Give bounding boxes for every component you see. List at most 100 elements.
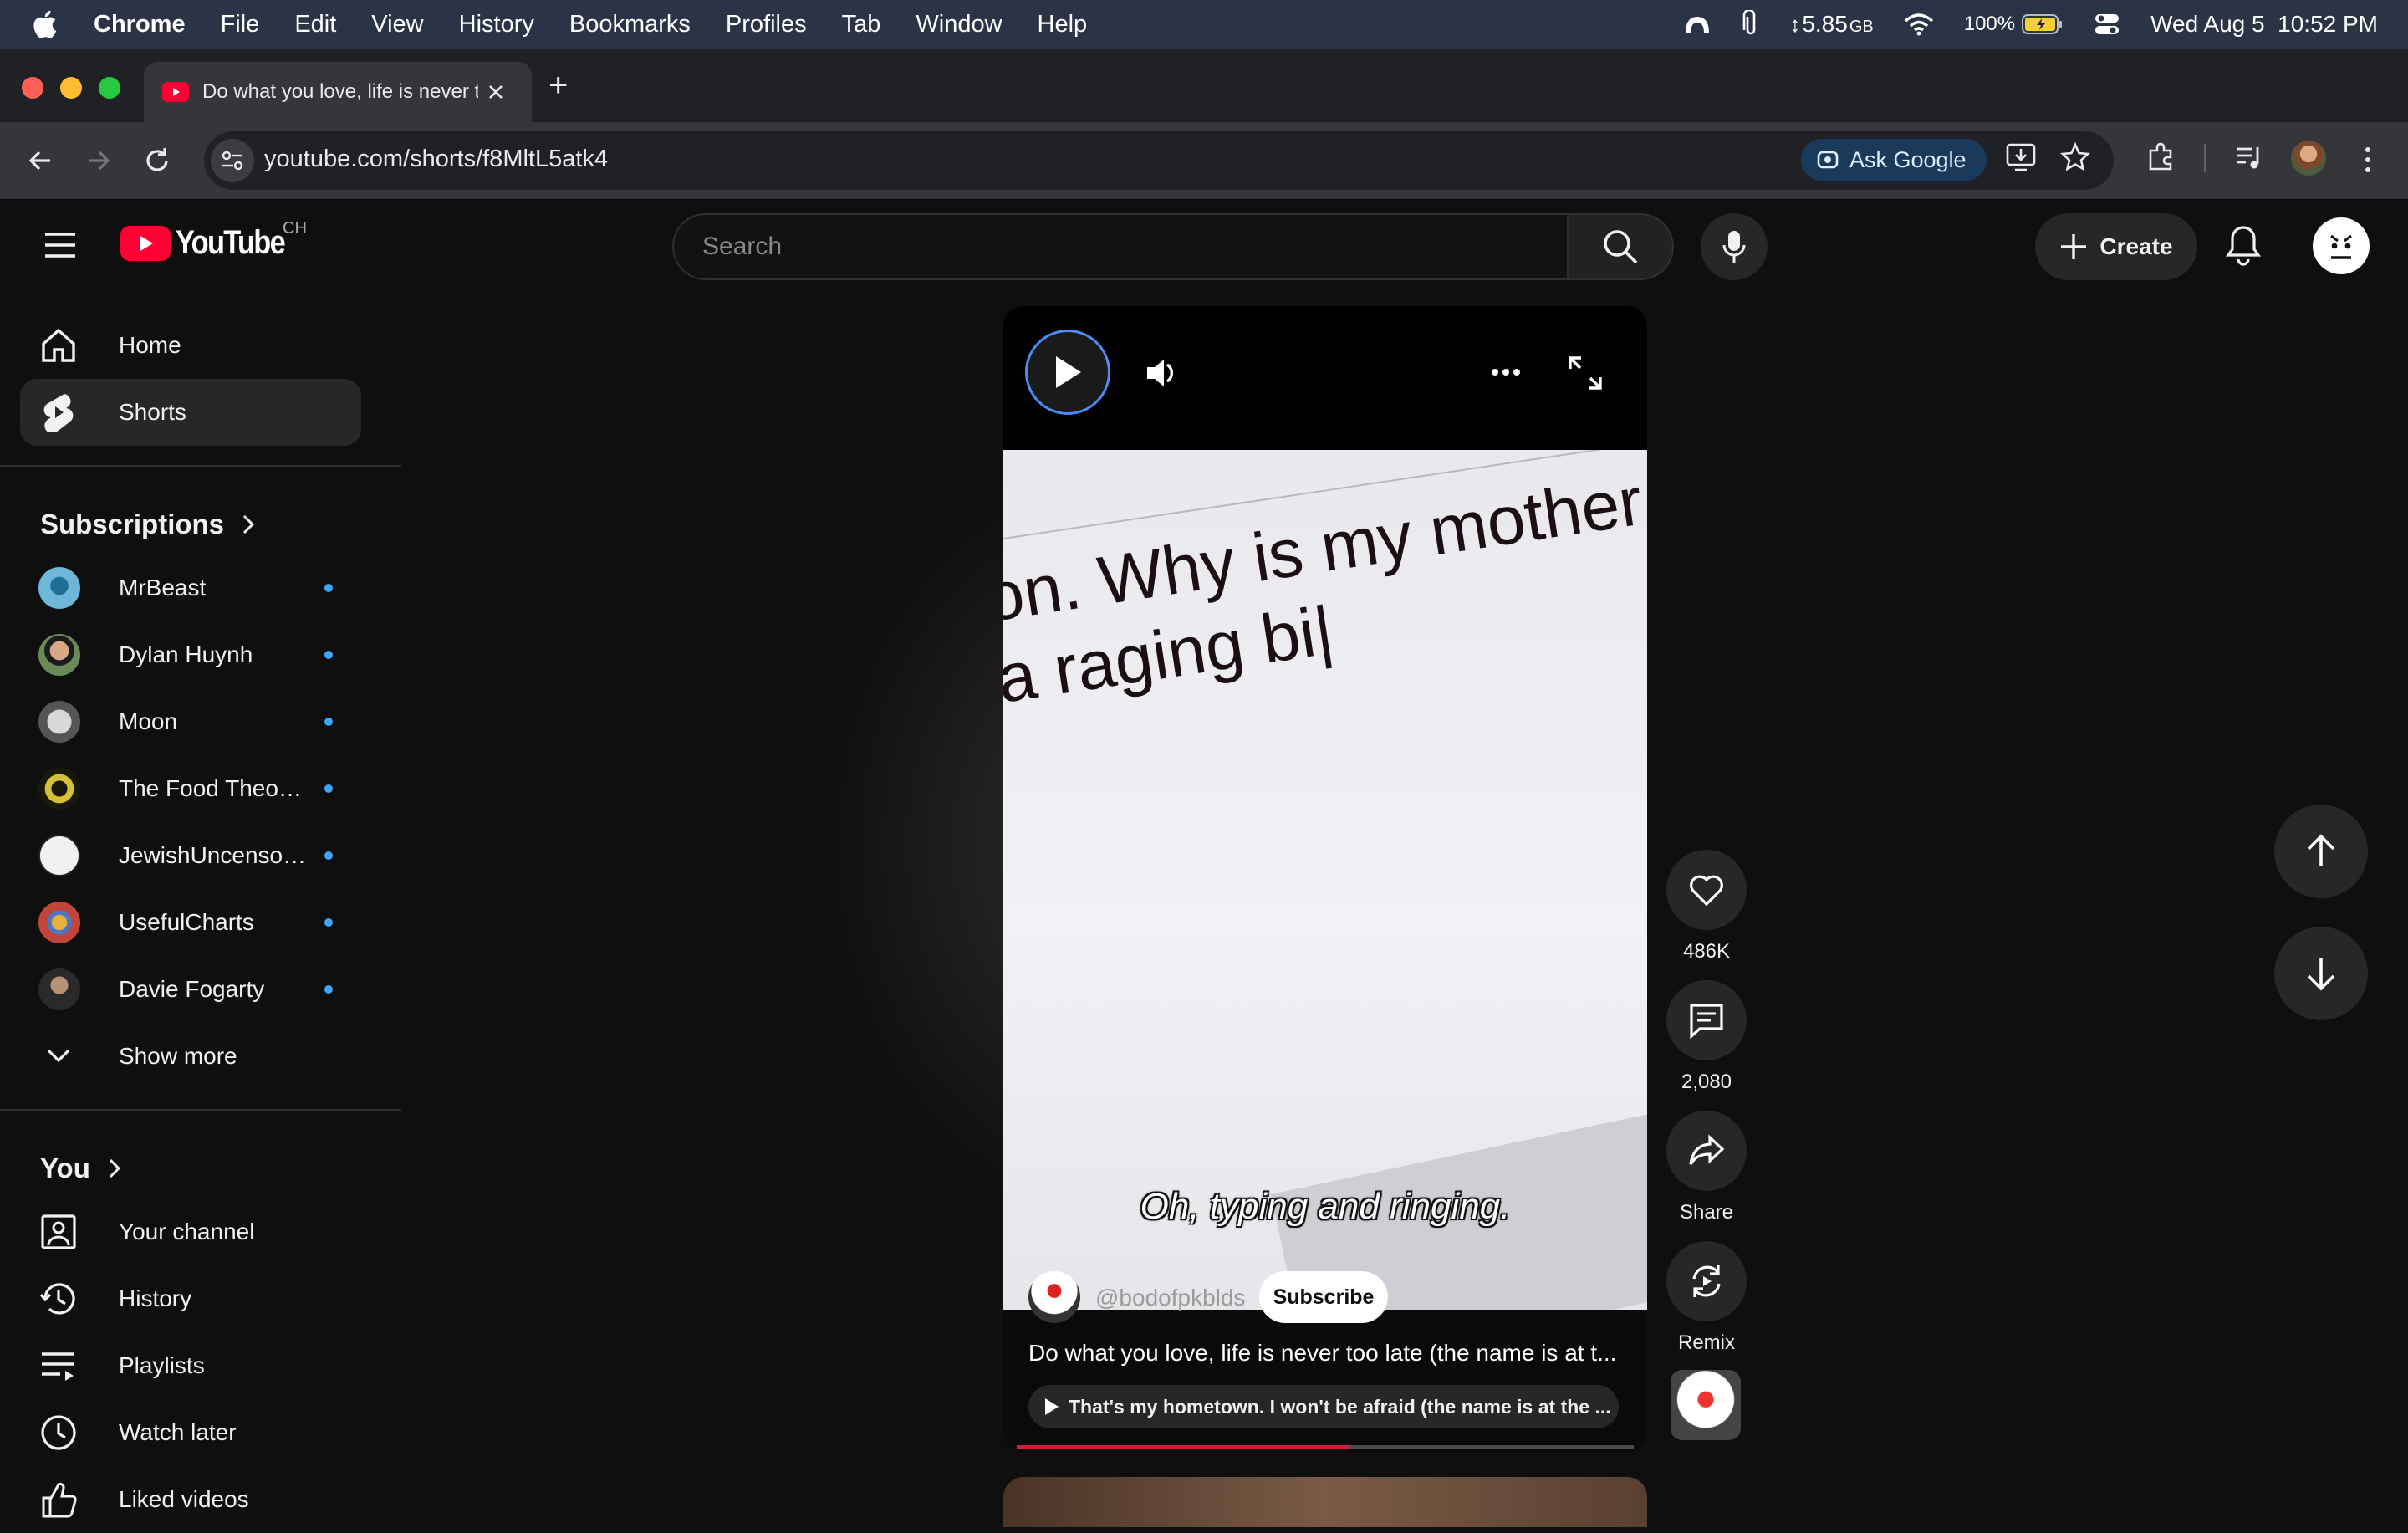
search-icon	[1604, 230, 1638, 264]
site-settings-icon[interactable]	[211, 139, 254, 182]
lens-icon	[1817, 151, 1839, 169]
subscription-item[interactable]: Dylan Huynh	[20, 621, 361, 688]
browser-tab-active[interactable]: Do what you love, life is never too late	[144, 62, 532, 122]
subscriptions-heading[interactable]: Subscriptions	[40, 508, 255, 540]
menu-tab[interactable]: Tab	[842, 11, 881, 38]
new-content-dot	[324, 651, 333, 659]
like-count: 486K	[1682, 940, 1731, 963]
sidebar-item-your-channel[interactable]: Your channel	[20, 1198, 361, 1265]
remix-button[interactable]	[1666, 1241, 1747, 1321]
back-icon[interactable]	[25, 146, 55, 176]
search-input[interactable]: Search	[672, 213, 1569, 280]
paperclip-icon[interactable]	[1742, 10, 1759, 38]
menu-view[interactable]: View	[371, 11, 423, 38]
subscription-item[interactable]: Moon	[20, 688, 361, 755]
channel-handle[interactable]: @bodofpkblds	[1095, 1285, 1245, 1311]
share-button[interactable]	[1666, 1111, 1747, 1191]
subscription-item[interactable]: MrBeast	[20, 554, 361, 621]
sidebar-divider	[0, 1109, 401, 1111]
thumbs-up-icon	[38, 1479, 79, 1520]
video-typed-text: on. Why is my mother a raging bi|	[1003, 462, 1647, 718]
forward-icon[interactable]	[84, 146, 114, 176]
short-title[interactable]: Do what you love, life is never too late…	[1028, 1340, 1630, 1367]
subscription-item[interactable]: JewishUncensored	[20, 822, 361, 889]
window-zoom-button[interactable]	[99, 77, 120, 99]
chevron-down-icon	[38, 1036, 79, 1076]
memory-indicator[interactable]: ↕ 5.85 GB	[1789, 11, 1873, 38]
window-close-button[interactable]	[22, 77, 43, 99]
next-short-preview[interactable]	[1003, 1477, 1647, 1527]
chrome-menu-icon[interactable]	[2363, 146, 2373, 174]
subscribe-button[interactable]: Subscribe	[1259, 1271, 1388, 1323]
like-button[interactable]	[1666, 850, 1747, 930]
menu-profiles[interactable]: Profiles	[726, 11, 807, 38]
menu-edit[interactable]: Edit	[294, 11, 336, 38]
sidebar-item-home[interactable]: Home	[20, 312, 361, 379]
you-heading[interactable]: You	[40, 1152, 120, 1184]
subscription-item[interactable]: UsefulCharts	[20, 889, 361, 956]
search-button[interactable]	[1569, 213, 1674, 280]
control-center-icon[interactable]	[2094, 12, 2120, 37]
menu-history[interactable]: History	[459, 11, 534, 38]
progress-track[interactable]	[1017, 1445, 1634, 1449]
channel-avatar-dylan-huynh	[38, 634, 80, 676]
profile-avatar[interactable]	[2291, 141, 2326, 176]
install-app-icon[interactable]	[2005, 142, 2037, 172]
related-video-pill[interactable]: That's my hometown. I won't be afraid (t…	[1028, 1385, 1619, 1428]
sidebar-item-watch-later[interactable]: Watch later	[20, 1399, 361, 1466]
battery-indicator[interactable]: 100%	[1964, 13, 2064, 36]
more-options-icon[interactable]	[1490, 366, 1522, 378]
media-controls-icon[interactable]	[2234, 144, 2264, 172]
play-button[interactable]	[1025, 330, 1110, 415]
reload-icon[interactable]	[142, 146, 172, 176]
sad-face-icon	[2330, 234, 2352, 259]
previous-short-button[interactable]	[2274, 805, 2368, 898]
sidebar-item-shorts[interactable]: Shorts	[20, 379, 361, 446]
sidebar-item-liked-videos[interactable]: Liked videos	[20, 1466, 361, 1533]
tab-close-icon[interactable]	[487, 83, 505, 101]
new-tab-button[interactable]: +	[548, 67, 568, 105]
url-text[interactable]: youtube.com/shorts/f8MltL5atk4	[264, 146, 608, 173]
menu-window[interactable]: Window	[916, 11, 1002, 38]
wifi-icon[interactable]	[1904, 13, 1934, 36]
menu-app-name[interactable]: Chrome	[94, 11, 186, 38]
new-content-dot	[324, 918, 333, 927]
playlists-icon	[38, 1346, 79, 1386]
channel-avatar[interactable]	[1028, 1271, 1080, 1323]
next-short-button[interactable]	[2274, 927, 2368, 1020]
apple-icon[interactable]	[32, 8, 60, 41]
window-minimize-button[interactable]	[60, 77, 82, 99]
sidebar-item-history[interactable]: History	[20, 1265, 361, 1332]
video-frame[interactable]: on. Why is my mother a raging bi| Oh, ty…	[1003, 450, 1647, 1311]
hamburger-menu-icon[interactable]	[43, 231, 77, 259]
show-more-button[interactable]: Show more	[20, 1023, 361, 1090]
menu-file[interactable]: File	[221, 11, 260, 38]
volume-icon[interactable]	[1144, 355, 1181, 391]
menu-bookmarks[interactable]: Bookmarks	[569, 11, 691, 38]
cloud-status-icon[interactable]	[1682, 12, 1712, 37]
subscription-item[interactable]: Davie Fogarty	[20, 956, 361, 1023]
channel-avatar-davie-fogarty	[38, 968, 80, 1010]
ask-google-button[interactable]: Ask Google	[1801, 139, 1987, 181]
channel-avatar-mrbeast	[38, 567, 80, 609]
country-code: CH	[283, 219, 307, 238]
account-avatar[interactable]	[2313, 217, 2370, 274]
menubar-clock[interactable]: Wed Aug 5 10:52 PM	[2150, 11, 2378, 38]
subscription-item[interactable]: The Food Theorists	[20, 755, 361, 822]
menu-help[interactable]: Help	[1038, 11, 1088, 38]
notifications-bell-icon[interactable]	[2226, 224, 2261, 266]
microphone-icon	[1722, 231, 1746, 263]
extensions-icon[interactable]	[2145, 142, 2176, 172]
sound-thumbnail[interactable]	[1671, 1370, 1741, 1440]
create-button[interactable]: Create	[2035, 213, 2197, 280]
sidebar-item-playlists[interactable]: Playlists	[20, 1332, 361, 1399]
bookmark-star-icon[interactable]	[2060, 142, 2090, 172]
plus-icon	[2061, 234, 2087, 259]
progress-fill	[1017, 1445, 1350, 1449]
shorts-player[interactable]: on. Why is my mother a raging bi| Oh, ty…	[1003, 306, 1647, 1452]
youtube-logo[interactable]: YouTube	[120, 224, 302, 262]
fullscreen-icon[interactable]	[1567, 355, 1604, 391]
comment-count: 2,080	[1681, 1071, 1732, 1093]
voice-search-button[interactable]	[1701, 213, 1768, 280]
comments-button[interactable]	[1666, 980, 1747, 1060]
